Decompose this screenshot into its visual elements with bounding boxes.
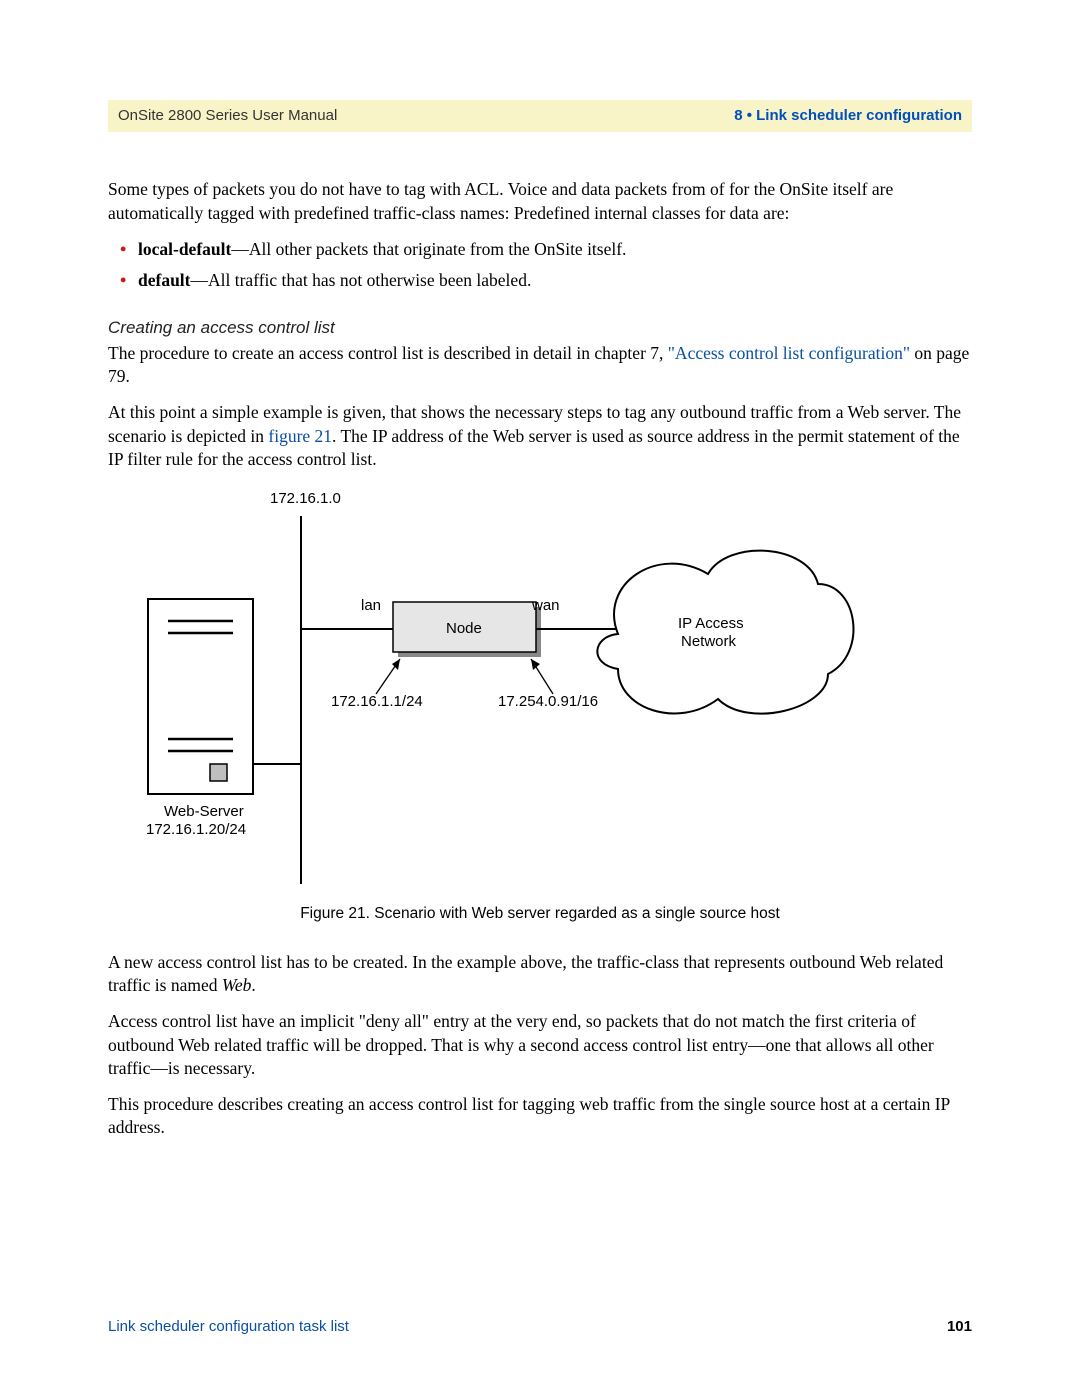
- lan-address-label: 172.16.1.1/24: [331, 692, 423, 712]
- page-footer: Link scheduler configuration task list 1…: [108, 1317, 972, 1337]
- acl-paragraph-1: The procedure to create an access contro…: [108, 342, 972, 389]
- page: OnSite 2800 Series User Manual 8 • Link …: [0, 0, 1080, 1397]
- text: The procedure to create an access contro…: [108, 343, 668, 363]
- section-heading: Creating an access control list: [108, 317, 972, 340]
- desc: —All other packets that originate from t…: [231, 239, 626, 259]
- manual-title: OnSite 2800 Series User Manual: [118, 106, 337, 126]
- predefined-classes-list: local-default—All other packets that ori…: [108, 238, 972, 293]
- server-address-label: 172.16.1.20/24: [146, 820, 246, 840]
- chapter-title: 8 • Link scheduler configuration: [734, 106, 962, 126]
- term: default: [138, 270, 191, 290]
- paragraph: Access control list have an implicit "de…: [108, 1010, 972, 1081]
- list-item: default—All traffic that has not otherwi…: [138, 269, 972, 293]
- cloud-label-2: Network: [681, 632, 736, 652]
- network-address-label: 172.16.1.0: [270, 489, 341, 509]
- text: .: [251, 975, 255, 995]
- figure-caption: Figure 21. Scenario with Web server rega…: [108, 904, 972, 925]
- node-label: Node: [446, 619, 482, 639]
- term: local-default: [138, 239, 231, 259]
- figure-link[interactable]: figure 21: [268, 426, 332, 446]
- page-header: OnSite 2800 Series User Manual 8 • Link …: [108, 100, 972, 132]
- lan-label: lan: [361, 596, 381, 616]
- footer-section-link[interactable]: Link scheduler configuration task list: [108, 1317, 349, 1337]
- page-number: 101: [947, 1317, 972, 1337]
- network-diagram: 172.16.1.0 lan wan Node IP Access Networ…: [108, 484, 972, 894]
- paragraph: A new access control list has to be crea…: [108, 951, 972, 998]
- wan-label: wan: [532, 596, 560, 616]
- acl-paragraph-2: At this point a simple example is given,…: [108, 401, 972, 472]
- desc: —All traffic that has not otherwise been…: [191, 270, 532, 290]
- wan-address-label: 17.254.0.91/16: [498, 692, 598, 712]
- list-item: local-default—All other packets that ori…: [138, 238, 972, 262]
- intro-paragraph: Some types of packets you do not have to…: [108, 178, 972, 225]
- traffic-class-name: Web: [222, 975, 252, 995]
- cross-ref-link[interactable]: "Access control list configuration": [668, 343, 910, 363]
- body-text: Some types of packets you do not have to…: [108, 178, 972, 1140]
- paragraph: This procedure describes creating an acc…: [108, 1093, 972, 1140]
